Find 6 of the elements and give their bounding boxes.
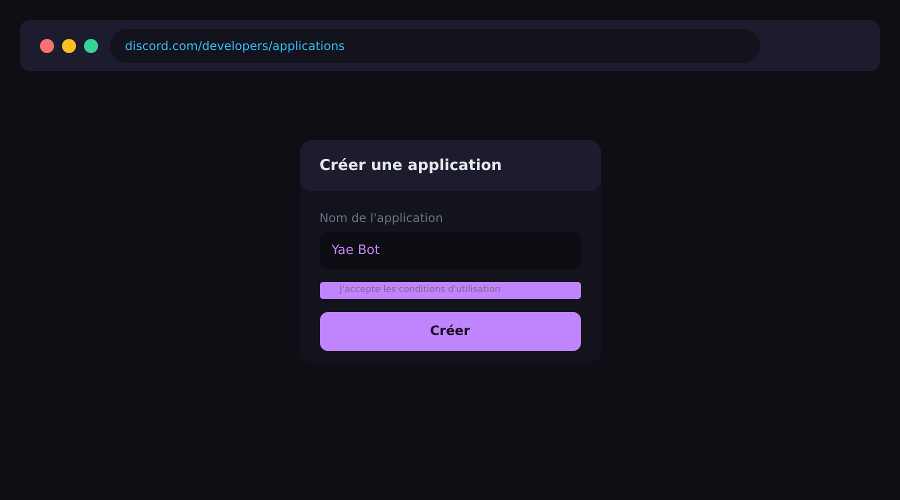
create-button[interactable]: Créer (320, 312, 580, 351)
field-label: Nom de l'application (320, 210, 444, 226)
name-input[interactable]: Yae Bot (320, 232, 580, 269)
terms-label: J'accepte les conditions d'utilisation (340, 284, 500, 297)
address-bar[interactable]: discord.com/developers/applications (110, 28, 760, 62)
dialog-title: Créer une application (320, 155, 502, 176)
